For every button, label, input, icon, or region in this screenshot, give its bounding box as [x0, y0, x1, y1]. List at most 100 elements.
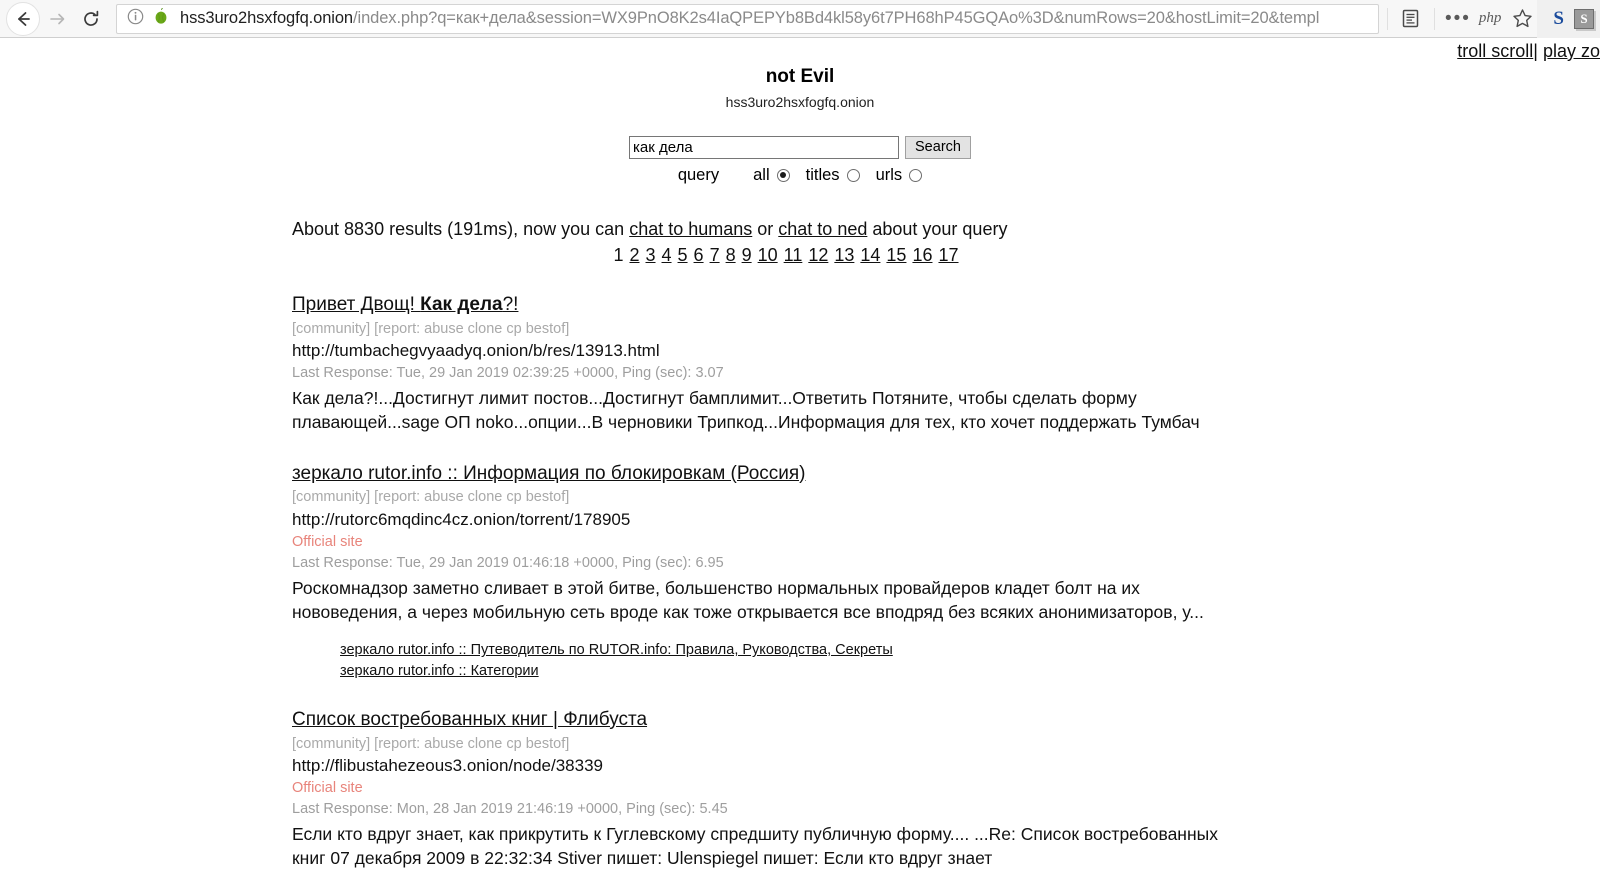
troll-scroll-link[interactable]: troll scroll — [1457, 41, 1533, 61]
pagination-page[interactable]: 5 — [678, 245, 688, 265]
page-content: troll scroll| play zo not Evil hss3uro2h… — [0, 38, 1600, 869]
back-arrow-icon — [18, 11, 30, 26]
reader-mode-icon — [1403, 9, 1419, 28]
pagination-page[interactable]: 16 — [912, 245, 932, 265]
search-input[interactable] — [629, 135, 900, 159]
pagination-page[interactable]: 12 — [808, 245, 828, 265]
result-title-highlight: Как дела — [420, 293, 503, 315]
site-header: not Evil hss3uro2hsxfogfq.onion — [0, 38, 1600, 110]
pagination-page[interactable]: 10 — [758, 245, 778, 265]
url-host: hss3uro2hsxfogfq.onion — [180, 9, 354, 27]
search-form: Search query all titles urls — [0, 135, 1600, 185]
bookmark-button[interactable] — [1507, 4, 1537, 34]
browser-toolbar: hss3uro2hsxfogfq.onion/index.php?q=как+д… — [0, 0, 1600, 38]
official-site-badge: Official site — [292, 780, 363, 797]
result-title-link[interactable]: Список востребованных книг | Флибуста — [292, 708, 647, 732]
page-title: not Evil — [765, 66, 835, 87]
pagination-page[interactable]: 4 — [662, 245, 672, 265]
bookmark-star-icon — [1513, 9, 1532, 28]
pagination: 1 2 3 4 5 6 7 8 9 10 11 12 13 14 15 16 17 — [292, 245, 1570, 266]
summary-prefix: About 8830 results (191ms), now you can — [292, 218, 630, 239]
result-tags[interactable]: [community] [report: abuse clone cp best… — [292, 488, 1570, 507]
extension-s-blue-icon[interactable]: S — [1543, 8, 1574, 30]
pagination-page[interactable]: 6 — [694, 245, 704, 265]
toolbar-divider — [1386, 7, 1388, 30]
search-result: Список востребованных книг | Флибуста [co… — [292, 708, 1570, 869]
search-result: зеркало rutor.info :: Информация по блок… — [292, 462, 1570, 681]
result-tags[interactable]: [community] [report: abuse clone cp best… — [292, 735, 1570, 754]
search-result: Привет Двощ! Как дела?! [community] [repo… — [292, 293, 1570, 435]
result-snippet: Как дела?!...Достигнут лимит постов...До… — [292, 388, 1200, 432]
pagination-page[interactable]: 8 — [726, 245, 736, 265]
search-row: Search — [629, 135, 971, 159]
summary-middle: or — [752, 218, 779, 239]
overflow-menu-button[interactable]: ••• — [1443, 4, 1473, 34]
scope-option-urls[interactable]: urls — [876, 166, 923, 185]
pagination-page[interactable]: 13 — [834, 245, 854, 265]
info-icon[interactable] — [127, 8, 144, 30]
reader-mode-button[interactable] — [1396, 4, 1426, 34]
back-button[interactable] — [6, 1, 40, 36]
php-extension-badge[interactable]: php — [1473, 10, 1508, 27]
forward-arrow-icon — [50, 13, 65, 24]
radio-all[interactable] — [776, 168, 790, 182]
pagination-page[interactable]: 7 — [710, 245, 720, 265]
result-snippet: Роскомнадзор заметно сливает в этой битв… — [292, 577, 1204, 622]
result-meta: Last Response: Tue, 29 Jan 2019 01:46:18… — [292, 555, 724, 572]
forward-button[interactable] — [40, 2, 74, 36]
result-meta: Last Response: Mon, 28 Jan 2019 21:46:19… — [292, 801, 728, 818]
result-title-text: Привет Двощ! — [292, 293, 421, 315]
pagination-current: 1 — [613, 244, 624, 265]
pagination-page[interactable]: 15 — [886, 245, 906, 265]
top-right-links: troll scroll| play zo — [1457, 41, 1600, 62]
url-path: /index.php?q=как+дела&session=WX9PnO8K2s… — [353, 9, 1320, 27]
official-site-badge: Official site — [292, 534, 363, 551]
pagination-page[interactable]: 14 — [860, 245, 880, 265]
pagination-page[interactable]: 11 — [784, 245, 803, 265]
result-sublink[interactable]: зеркало rutor.info :: Категории — [340, 661, 1570, 681]
search-button[interactable]: Search — [905, 135, 971, 159]
query-label: query — [677, 165, 720, 184]
onion-icon — [152, 7, 170, 30]
scope-label-all: all — [753, 165, 770, 184]
results-list: Привет Двощ! Как дела?! [community] [repo… — [292, 293, 1570, 869]
result-url: http://rutorc6mqdinc4cz.onion/torrent/17… — [292, 510, 631, 530]
reload-icon — [84, 10, 99, 26]
result-title-text: Список востребованных книг | Флибуста — [292, 708, 648, 730]
chat-to-humans-link[interactable]: chat to humans — [629, 219, 752, 239]
url-text: hss3uro2hsxfogfq.onion/index.php?q=как+д… — [180, 9, 1374, 28]
extensions-area: S S — [1537, 0, 1600, 38]
pagination-page[interactable]: 2 — [629, 245, 639, 265]
play-zo-link[interactable]: play zo — [1543, 41, 1600, 61]
pagination-page[interactable]: 17 — [938, 245, 958, 265]
result-title-text: зеркало rutor.info :: Информация по блок… — [292, 462, 806, 484]
extension-s-gray-icon[interactable]: S — [1574, 8, 1594, 29]
site-domain: hss3uro2hsxfogfq.onion — [725, 93, 875, 110]
three-dots-icon: ••• — [1444, 8, 1471, 29]
result-snippet: Если кто вдруг знает, как прикрутить к Г… — [292, 824, 1218, 868]
link-separator: | — [1533, 41, 1538, 61]
reload-button[interactable] — [74, 2, 108, 36]
pagination-page[interactable]: 9 — [742, 245, 752, 265]
result-title-link[interactable]: зеркало rutor.info :: Информация по блок… — [292, 462, 806, 486]
address-bar[interactable]: hss3uro2hsxfogfq.onion/index.php?q=как+д… — [116, 3, 1379, 34]
pagination-page[interactable]: 3 — [646, 245, 656, 265]
result-sublink[interactable]: зеркало rutor.info :: Путеводитель по RU… — [340, 640, 1570, 660]
scope-label-titles: titles — [805, 165, 840, 184]
radio-urls[interactable] — [909, 168, 923, 182]
radio-titles[interactable] — [846, 168, 860, 182]
scope-option-all[interactable]: all — [753, 166, 790, 185]
scope-option-titles[interactable]: titles — [806, 166, 860, 185]
results-summary: About 8830 results (191ms), now you can … — [292, 219, 1570, 240]
result-tags[interactable]: [community] [report: abuse clone cp best… — [292, 320, 1570, 339]
scope-label-urls: urls — [875, 165, 903, 184]
result-url: http://flibustahezeous3.onion/node/38339 — [292, 756, 603, 776]
result-title-text-tail: ?! — [502, 293, 519, 315]
toolbar-divider-2 — [1433, 7, 1435, 30]
result-meta: Last Response: Tue, 29 Jan 2019 02:39:25… — [292, 365, 724, 382]
result-url: http://tumbachegvyaadyq.onion/b/res/1391… — [292, 341, 660, 361]
result-sublinks: зеркало rutor.info :: Путеводитель по RU… — [292, 640, 1570, 681]
chat-to-ned-link[interactable]: chat to ned — [778, 219, 867, 239]
result-title-link[interactable]: Привет Двощ! Как дела?! — [292, 293, 518, 317]
search-scope-options: query all titles urls — [0, 166, 1600, 185]
